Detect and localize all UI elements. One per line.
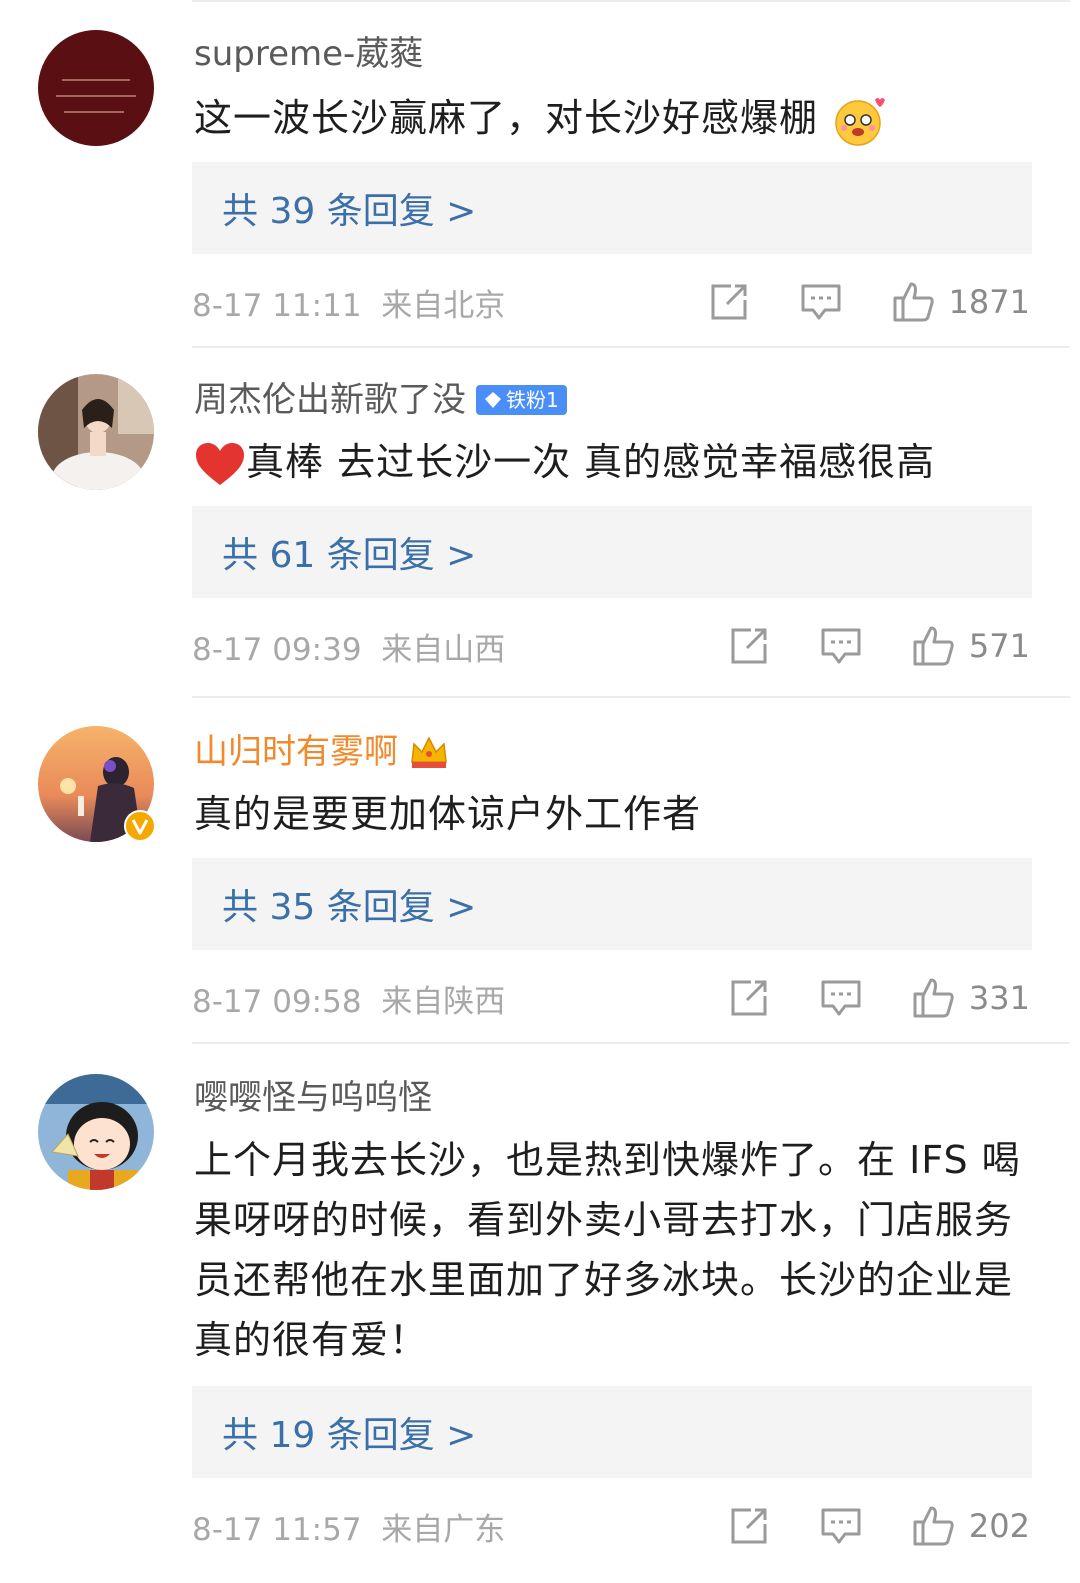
like-count: 571 bbox=[968, 627, 1030, 665]
diamond-icon bbox=[485, 392, 501, 408]
timestamp: 8-17 11:57 bbox=[192, 1511, 362, 1548]
replies-link[interactable]: 共 39 条回复 > bbox=[222, 182, 476, 234]
comment-item: 周杰伦出新歌了没 铁粉1 真棒 去过长沙一次 真的感觉幸福感很高 共 61 条回… bbox=[0, 348, 1080, 698]
timestamp: 8-17 09:58 bbox=[192, 983, 362, 1020]
timestamp-location: 8-17 11:11 来自北京 bbox=[192, 280, 505, 325]
thumbs-up-icon[interactable] bbox=[911, 976, 955, 1020]
avatar[interactable] bbox=[38, 1074, 154, 1190]
share-icon[interactable] bbox=[727, 976, 771, 1020]
timestamp-location: 8-17 11:57 来自广东 bbox=[192, 1504, 505, 1549]
username[interactable]: 嘤嘤怪与呜呜怪 bbox=[194, 1078, 432, 1118]
bride-photo-avatar-icon bbox=[38, 374, 154, 490]
comment-item: supreme-葳蕤 这一波长沙赢麻了，对长沙好感爆棚 共 39 条回复 > 8… bbox=[0, 0, 1080, 348]
comment-text: 上个月我去长沙，也是热到快爆炸了。在 IFS 喝果呀呀的时候，看到外卖小哥去打水… bbox=[194, 1130, 1034, 1370]
like-count: 331 bbox=[968, 979, 1030, 1017]
avatar[interactable] bbox=[38, 30, 154, 146]
comment-text: 真的是要更加体谅户外工作者 bbox=[194, 784, 1044, 844]
comment-meta: 8-17 09:39 来自山西 571 bbox=[192, 622, 1030, 670]
like-count: 1871 bbox=[948, 283, 1030, 321]
comment-item: 山归时有雾啊 真的是要更加体谅户外工作者 共 35 条回复 > 8-17 09:… bbox=[0, 698, 1080, 1044]
location: 来自北京 bbox=[381, 287, 506, 324]
cartoon-girl-avatar-icon bbox=[38, 1074, 154, 1190]
location: 来自陕西 bbox=[381, 983, 506, 1020]
share-icon[interactable] bbox=[727, 1504, 771, 1548]
comment-meta: 8-17 11:57 来自广东 202 bbox=[192, 1502, 1030, 1550]
username[interactable]: 山归时有雾啊 bbox=[194, 732, 450, 772]
crown-icon bbox=[411, 736, 447, 768]
comment-text-label: 真的是要更加体谅户外工作者 bbox=[194, 792, 702, 836]
action-bar: 1871 bbox=[707, 280, 1030, 324]
fan-badge[interactable]: 铁粉1 bbox=[476, 385, 567, 415]
replies-button[interactable]: 共 19 条回复 > bbox=[192, 1386, 1032, 1478]
comment-meta: 8-17 09:58 来自陕西 331 bbox=[192, 974, 1030, 1022]
comment-icon[interactable] bbox=[819, 1504, 863, 1548]
username[interactable]: 周杰伦出新歌了没 铁粉1 bbox=[194, 380, 567, 420]
action-bar: 331 bbox=[727, 976, 1030, 1020]
comment-text-label: 真棒 去过长沙一次 真的感觉幸福感很高 bbox=[246, 440, 936, 484]
calligraphy-avatar-icon bbox=[38, 30, 154, 146]
fan-badge-label: 铁粉1 bbox=[506, 388, 559, 412]
red-heart-emoji-icon bbox=[196, 442, 244, 485]
username[interactable]: supreme-葳蕤 bbox=[194, 34, 423, 74]
action-bar: 571 bbox=[727, 624, 1030, 668]
verified-v-icon bbox=[124, 810, 156, 842]
replies-button[interactable]: 共 39 条回复 > bbox=[192, 162, 1032, 254]
username-label[interactable]: 周杰伦出新歌了没 bbox=[194, 380, 466, 420]
avatar[interactable] bbox=[38, 726, 156, 842]
location: 来自广东 bbox=[381, 1511, 506, 1548]
action-bar: 202 bbox=[727, 1504, 1030, 1548]
timestamp-location: 8-17 09:58 来自陕西 bbox=[192, 976, 505, 1021]
blushing-face-emoji-icon bbox=[835, 97, 886, 146]
replies-link[interactable]: 共 19 条回复 > bbox=[222, 1406, 476, 1458]
timestamp: 8-17 09:39 bbox=[192, 631, 362, 668]
comment-text: 这一波长沙赢麻了，对长沙好感爆棚 bbox=[194, 88, 1044, 148]
thumbs-up-icon[interactable] bbox=[911, 624, 955, 668]
share-icon[interactable] bbox=[707, 280, 751, 324]
share-icon[interactable] bbox=[727, 624, 771, 668]
replies-button[interactable]: 共 61 条回复 > bbox=[192, 506, 1032, 598]
comment-text-label: 这一波长沙赢麻了，对长沙好感爆棚 bbox=[194, 96, 819, 140]
comment-icon[interactable] bbox=[819, 976, 863, 1020]
username-label[interactable]: 嘤嘤怪与呜呜怪 bbox=[194, 1078, 432, 1118]
comment-icon[interactable] bbox=[819, 624, 863, 668]
like-count: 202 bbox=[968, 1507, 1030, 1545]
username-label[interactable]: supreme-葳蕤 bbox=[194, 34, 423, 74]
replies-button[interactable]: 共 35 条回复 > bbox=[192, 858, 1032, 950]
replies-link[interactable]: 共 35 条回复 > bbox=[222, 878, 476, 930]
replies-link[interactable]: 共 61 条回复 > bbox=[222, 526, 476, 578]
comment-text: 真棒 去过长沙一次 真的感觉幸福感很高 bbox=[194, 432, 1044, 492]
avatar[interactable] bbox=[38, 374, 154, 490]
comment-text-label: 上个月我去长沙，也是热到快爆炸了。在 IFS 喝果呀呀的时候，看到外卖小哥去打水… bbox=[194, 1138, 1021, 1362]
username-label[interactable]: 山归时有雾啊 bbox=[194, 732, 398, 772]
comment-meta: 8-17 11:11 来自北京 1871 bbox=[192, 278, 1030, 326]
comment-icon[interactable] bbox=[799, 280, 843, 324]
thumbs-up-icon[interactable] bbox=[891, 280, 935, 324]
location: 来自山西 bbox=[381, 631, 506, 668]
comment-item: 嘤嘤怪与呜呜怪 上个月我去长沙，也是热到快爆炸了。在 IFS 喝果呀呀的时候，看… bbox=[0, 1044, 1080, 1583]
timestamp-location: 8-17 09:39 来自山西 bbox=[192, 624, 505, 669]
thumbs-up-icon[interactable] bbox=[911, 1504, 955, 1548]
timestamp: 8-17 11:11 bbox=[192, 287, 362, 324]
